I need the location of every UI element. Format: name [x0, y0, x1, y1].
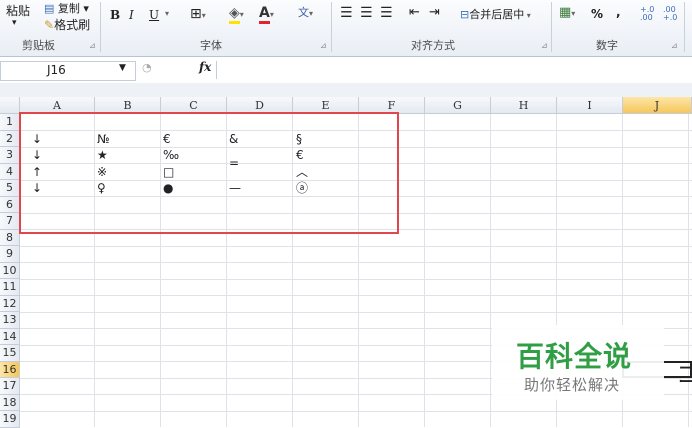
row-header-10[interactable]: 10 — [0, 262, 20, 279]
cropped-watermark-glyph: コ — [676, 361, 692, 389]
row-header-3[interactable]: 3 — [0, 147, 20, 164]
row-header-2[interactable]: 2 — [0, 130, 20, 147]
row-header-9[interactable]: 9 — [0, 246, 20, 263]
row-header-15[interactable]: 15 — [0, 345, 20, 362]
row-header-18[interactable]: 18 — [0, 394, 20, 411]
watermark-subtitle: 助你轻松解决 — [524, 376, 621, 394]
row-header-11[interactable]: 11 — [0, 279, 20, 296]
row-header-8[interactable]: 8 — [0, 229, 20, 246]
row-header-13[interactable]: 13 — [0, 312, 20, 329]
row-header-7[interactable]: 7 — [0, 213, 20, 230]
row-header-19[interactable]: 19 — [0, 411, 20, 428]
row-header-1[interactable]: 1 — [0, 114, 20, 131]
row-header-17[interactable]: 17 — [0, 378, 20, 395]
row-header-14[interactable]: 14 — [0, 328, 20, 345]
row-header-4[interactable]: 4 — [0, 163, 20, 180]
watermark: 百科全说 助你轻松解决 — [492, 325, 664, 400]
highlight-box — [19, 112, 399, 234]
watermark-title: 百科全说 — [516, 340, 633, 373]
row-header-12[interactable]: 12 — [0, 295, 20, 312]
row-header-5[interactable]: 5 — [0, 180, 20, 197]
row-header-16[interactable]: 16 — [0, 361, 20, 378]
column-header-h[interactable]: H — [491, 97, 557, 114]
row-header-6[interactable]: 6 — [0, 196, 20, 213]
select-all-button[interactable] — [0, 97, 20, 114]
column-header-i[interactable]: I — [557, 97, 623, 114]
column-header-j[interactable]: J — [623, 97, 692, 114]
column-header-g[interactable]: G — [425, 97, 491, 114]
